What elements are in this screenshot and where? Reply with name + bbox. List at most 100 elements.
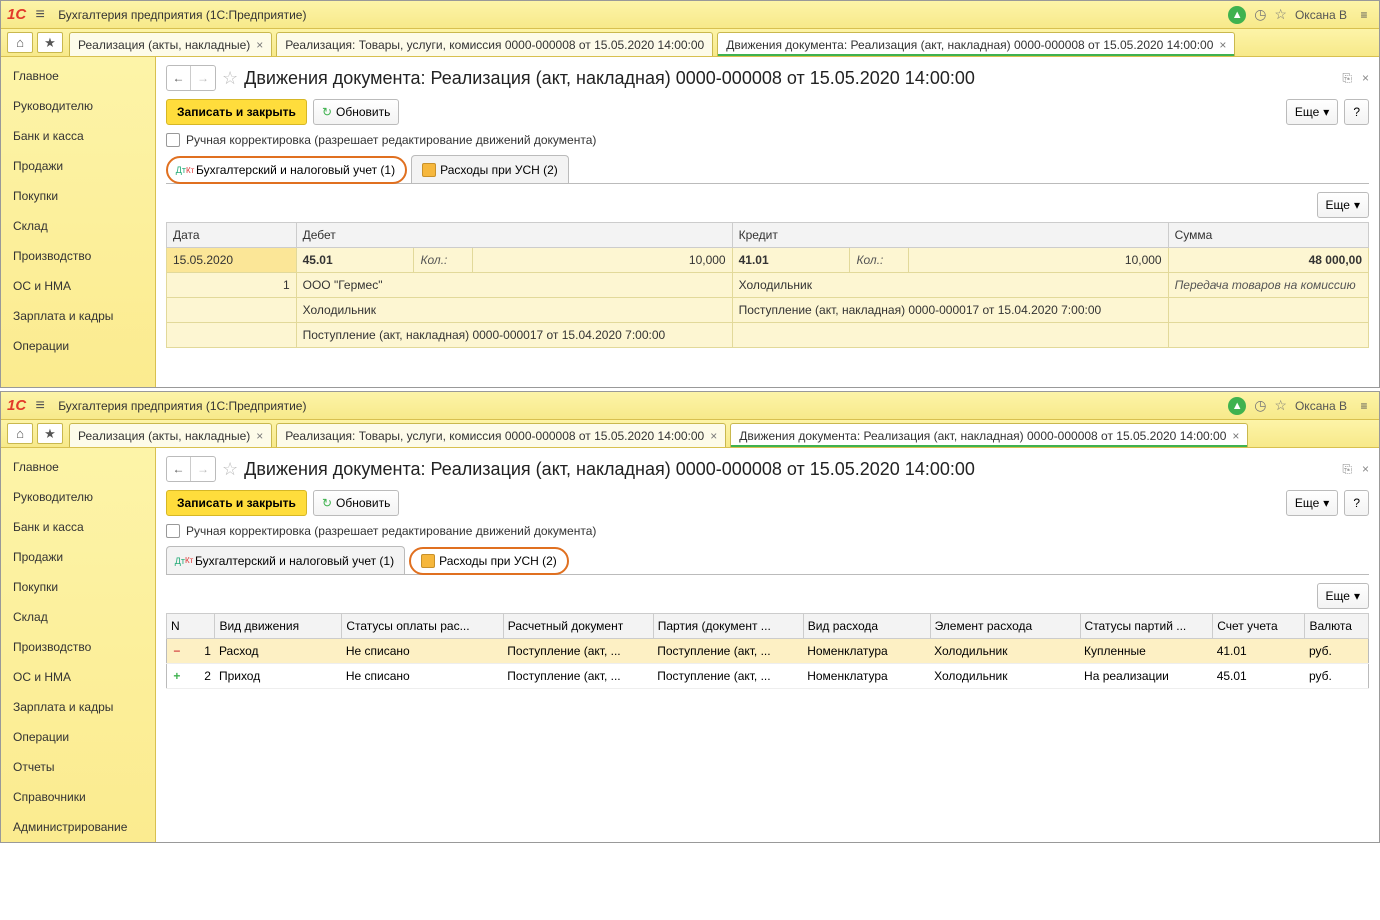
sidebar-item[interactable]: Справочники [1,782,155,812]
tab-item-active[interactable]: Движения документа: Реализация (акт, нак… [730,423,1248,447]
col-credit[interactable]: Кредит [732,223,1168,248]
col-doc[interactable]: Расчетный документ [503,614,653,639]
col-type[interactable]: Вид движения [215,614,342,639]
tab-accounting[interactable]: ДтКт Бухгалтерский и налоговый учет (1) [166,156,407,184]
cell-sum[interactable]: 48 000,00 [1168,248,1368,273]
more-button[interactable]: Еще ▾ [1286,490,1338,516]
favorites-button[interactable]: ★ [37,423,63,444]
sidebar-item[interactable]: Продажи [1,151,155,181]
close-icon[interactable]: × [1362,462,1369,477]
tab-item[interactable]: Реализация: Товары, услуги, комиссия 000… [276,423,726,447]
back-button[interactable]: ← [167,457,191,481]
cell-debit-sub3[interactable]: Поступление (акт, накладная) 0000-000017… [296,323,732,348]
back-button[interactable]: ← [167,66,191,90]
settings-icon[interactable]: ≡ [1355,8,1373,22]
col-currency[interactable]: Валюта [1305,614,1369,639]
col-party[interactable]: Партия (документ ... [653,614,803,639]
table-row[interactable]: − 1 Расход Не списано Поступление (акт, … [167,639,1369,664]
sidebar-item[interactable]: ОС и НМА [1,662,155,692]
col-exp-elem[interactable]: Элемент расхода [930,614,1080,639]
tab-item-active[interactable]: Движения документа: Реализация (акт, нак… [717,32,1235,56]
cell-debit-sub1[interactable]: ООО "Гермес" [296,273,732,298]
sidebar-item[interactable]: Продажи [1,542,155,572]
tab-item[interactable]: Реализация (акты, накладные)× [69,32,272,56]
sidebar-item[interactable]: Операции [1,722,155,752]
manual-edit-checkbox[interactable] [166,524,180,538]
bell-icon[interactable]: ▲ [1228,397,1246,415]
sidebar-item[interactable]: Руководителю [1,91,155,121]
col-sum[interactable]: Сумма [1168,223,1368,248]
cell-credit-kol[interactable]: 10,000 [909,248,1168,273]
link-icon[interactable]: ⎘ [1342,462,1352,477]
sidebar-item[interactable]: Зарплата и кадры [1,301,155,331]
settings-icon[interactable]: ≡ [1355,399,1373,413]
col-account[interactable]: Счет учета [1213,614,1305,639]
close-icon[interactable]: × [1219,38,1226,52]
sidebar-item[interactable]: Зарплата и кадры [1,692,155,722]
sidebar-item[interactable]: Производство [1,632,155,662]
sidebar-item[interactable]: Главное [1,61,155,91]
more-button[interactable]: Еще ▾ [1286,99,1338,125]
tab-usn-expenses[interactable]: Расходы при УСН (2) [411,155,569,183]
save-close-button[interactable]: Записать и закрыть [166,99,307,125]
favorite-icon[interactable]: ☆ [1274,397,1287,414]
star-icon[interactable]: ☆ [222,459,238,480]
manual-edit-checkbox[interactable] [166,133,180,147]
sidebar-item[interactable]: Банк и касса [1,512,155,542]
history-icon[interactable]: ◷ [1254,397,1266,414]
sidebar-item[interactable]: Банк и касса [1,121,155,151]
close-icon[interactable]: × [710,429,717,443]
favorites-button[interactable]: ★ [37,32,63,53]
tab-item[interactable]: Реализация: Товары, услуги, комиссия 000… [276,32,713,56]
favorite-icon[interactable]: ☆ [1274,6,1287,23]
cell-debit-sub2[interactable]: Холодильник [296,298,732,323]
refresh-button[interactable]: ↻Обновить [313,490,399,516]
cell-credit-acc[interactable]: 41.01 [732,248,850,273]
tab-item[interactable]: Реализация (акты, накладные)× [69,423,272,447]
link-icon[interactable]: ⎘ [1342,71,1352,86]
more-button[interactable]: Еще ▾ [1317,192,1369,218]
sidebar-item[interactable]: ОС и НМА [1,271,155,301]
cell-credit-sub2[interactable]: Поступление (акт, накладная) 0000-000017… [732,298,1168,323]
sidebar-item[interactable]: Покупки [1,181,155,211]
close-icon[interactable]: × [256,429,263,443]
col-debit[interactable]: Дебет [296,223,732,248]
sidebar-item[interactable]: Производство [1,241,155,271]
sidebar-item[interactable]: Операции [1,331,155,361]
col-party-status[interactable]: Статусы партий ... [1080,614,1213,639]
sidebar-item[interactable]: Главное [1,452,155,482]
home-button[interactable]: ⌂ [7,423,33,444]
col-n[interactable]: N [167,614,215,639]
table-row[interactable]: + 2 Приход Не списано Поступление (акт, … [167,664,1369,689]
cell-credit-sub1[interactable]: Холодильник [732,273,1168,298]
save-close-button[interactable]: Записать и закрыть [166,490,307,516]
tab-usn-expenses[interactable]: Расходы при УСН (2) [409,547,569,575]
refresh-button[interactable]: ↻Обновить [313,99,399,125]
hamburger-icon[interactable]: ≡ [30,6,50,24]
tab-accounting[interactable]: ДтКт Бухгалтерский и налоговый учет (1) [166,546,405,574]
sidebar-item[interactable]: Склад [1,211,155,241]
sidebar-item[interactable]: Руководителю [1,482,155,512]
more-button[interactable]: Еще ▾ [1317,583,1369,609]
forward-button[interactable]: → [191,66,215,90]
cell-debit-acc[interactable]: 45.01 [296,248,414,273]
col-pay-status[interactable]: Статусы оплаты рас... [342,614,503,639]
sidebar-item[interactable]: Склад [1,602,155,632]
col-date[interactable]: Дата [167,223,297,248]
history-icon[interactable]: ◷ [1254,6,1266,23]
sidebar-item[interactable]: Покупки [1,572,155,602]
hamburger-icon[interactable]: ≡ [30,397,50,415]
close-icon[interactable]: × [1232,429,1239,443]
cell-debit-kol[interactable]: 10,000 [473,248,732,273]
sidebar-item[interactable]: Отчеты [1,752,155,782]
home-button[interactable]: ⌂ [7,32,33,53]
help-button[interactable]: ? [1344,99,1369,125]
close-icon[interactable]: × [256,38,263,52]
bell-icon[interactable]: ▲ [1228,6,1246,24]
forward-button[interactable]: → [191,457,215,481]
sidebar-item[interactable]: Администрирование [1,812,155,842]
close-icon[interactable]: × [1362,71,1369,86]
help-button[interactable]: ? [1344,490,1369,516]
star-icon[interactable]: ☆ [222,68,238,89]
cell-date[interactable]: 15.05.2020 [167,248,297,273]
